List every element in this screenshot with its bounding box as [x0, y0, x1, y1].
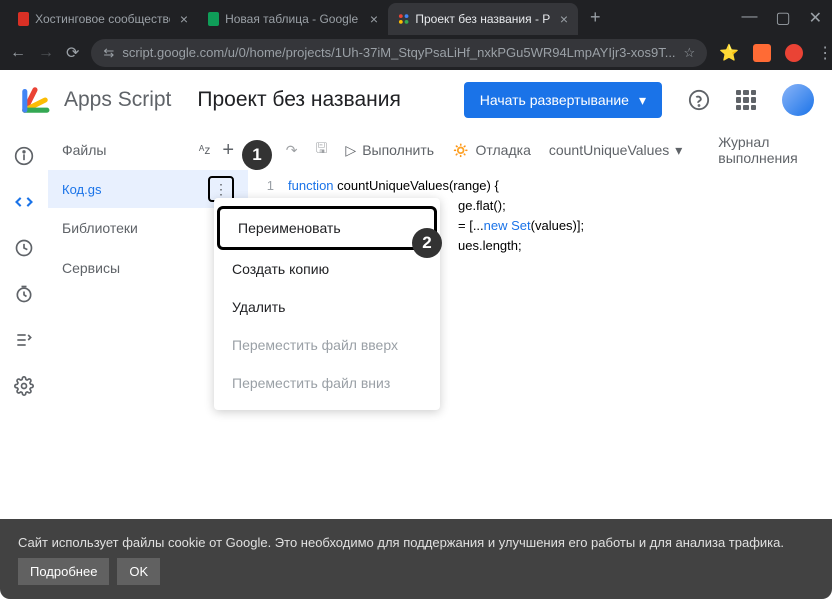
tab-title: Новая таблица - Google Табли	[225, 12, 360, 26]
cookie-ok-button[interactable]: OK	[117, 558, 160, 585]
play-icon: ▷	[345, 142, 356, 159]
cookie-banner: Сайт использует файлы cookie от Google. …	[0, 519, 832, 599]
tab-2[interactable]: Проект без названия - Редакт ×	[388, 3, 578, 35]
reload-button[interactable]: ⟳	[66, 43, 79, 63]
menu-copy[interactable]: Создать копию	[214, 250, 440, 288]
add-file-icon[interactable]: +	[222, 139, 234, 162]
maximize-icon[interactable]: ▢	[775, 8, 790, 28]
settings-icon[interactable]	[12, 374, 36, 398]
tab-0[interactable]: Хостинговое сообщество «Tim ×	[8, 3, 198, 35]
app-header: Apps Script Проект без названия Начать р…	[0, 70, 832, 130]
executions-icon[interactable]	[12, 328, 36, 352]
close-icon[interactable]: ×	[180, 11, 188, 27]
tab-title: Проект без названия - Редакт	[415, 12, 549, 26]
annotation-badge-1: 1	[242, 140, 272, 170]
extension-icon[interactable]	[753, 44, 771, 62]
execution-log-button[interactable]: Журнал выполнения	[718, 134, 824, 166]
close-icon[interactable]: ×	[370, 11, 378, 27]
bug-icon: 🔅	[452, 142, 469, 159]
menu-move-up: Переместить файл вверх	[214, 326, 440, 364]
address-bar[interactable]: ⇆ script.google.com/u/0/home/projects/1U…	[91, 39, 707, 67]
file-name: Код.gs	[62, 182, 101, 197]
close-window-icon[interactable]: ✕	[809, 8, 822, 28]
files-header-label: Файлы	[62, 142, 106, 158]
tab-title: Хостинговое сообщество «Tim	[35, 12, 170, 26]
annotation-badge-2: 2	[412, 228, 442, 258]
favicon	[398, 12, 409, 26]
star-icon[interactable]: ☆	[684, 45, 696, 61]
deploy-button[interactable]: Начать развертывание ▾	[464, 82, 662, 118]
close-icon[interactable]: ×	[560, 11, 568, 27]
save-icon[interactable]: 🖫	[315, 138, 327, 162]
triggers-icon[interactable]	[12, 282, 36, 306]
back-button[interactable]: ←	[10, 44, 26, 62]
editor-toolbar: ↶ ↷ 🖫 ▷Выполнить 🔅Отладка countUniqueVal…	[248, 130, 832, 170]
url-text: script.google.com/u/0/home/projects/1Uh-…	[122, 45, 675, 60]
bookmark-icon[interactable]: ⭐	[719, 43, 739, 63]
menu-rename[interactable]: Переименовать	[217, 206, 437, 250]
cookie-more-button[interactable]: Подробнее	[18, 558, 109, 585]
user-avatar[interactable]	[782, 84, 814, 116]
forward-button[interactable]: →	[38, 44, 54, 62]
debug-button[interactable]: 🔅Отладка	[452, 142, 531, 159]
cookie-text: Сайт использует файлы cookie от Google. …	[18, 533, 814, 553]
more-icon[interactable]: ⋮	[817, 43, 832, 63]
function-select[interactable]: countUniqueValues▾	[549, 142, 682, 159]
minimize-icon[interactable]: ―	[741, 8, 757, 28]
context-menu: Переименовать Создать копию Удалить Пере…	[214, 198, 440, 410]
favicon	[18, 12, 29, 26]
extension-icon[interactable]	[785, 44, 803, 62]
menu-delete[interactable]: Удалить	[214, 288, 440, 326]
browser-tabs: Хостинговое сообщество «Tim × Новая табл…	[0, 0, 832, 35]
chevron-down-icon: ▾	[639, 92, 646, 109]
favicon	[208, 12, 219, 26]
run-button[interactable]: ▷Выполнить	[345, 142, 434, 159]
deploy-label: Начать развертывание	[480, 92, 629, 108]
info-icon[interactable]	[12, 144, 36, 168]
sort-icon[interactable]: ᴬᴢ	[199, 143, 210, 157]
help-icon[interactable]	[688, 89, 710, 111]
lock-icon: ⇆	[103, 45, 114, 61]
tab-1[interactable]: Новая таблица - Google Табли ×	[198, 3, 388, 35]
redo-icon[interactable]: ↷	[286, 142, 298, 159]
project-name[interactable]: Проект без названия	[197, 88, 400, 112]
apps-grid-icon[interactable]	[736, 90, 756, 110]
app-name: Apps Script	[64, 88, 171, 112]
history-icon[interactable]	[12, 236, 36, 260]
chevron-down-icon: ▾	[675, 142, 682, 159]
editor-icon[interactable]	[12, 190, 36, 214]
menu-move-down: Переместить файл вниз	[214, 364, 440, 402]
new-tab-button[interactable]: +	[578, 7, 613, 28]
apps-script-logo	[18, 83, 52, 117]
